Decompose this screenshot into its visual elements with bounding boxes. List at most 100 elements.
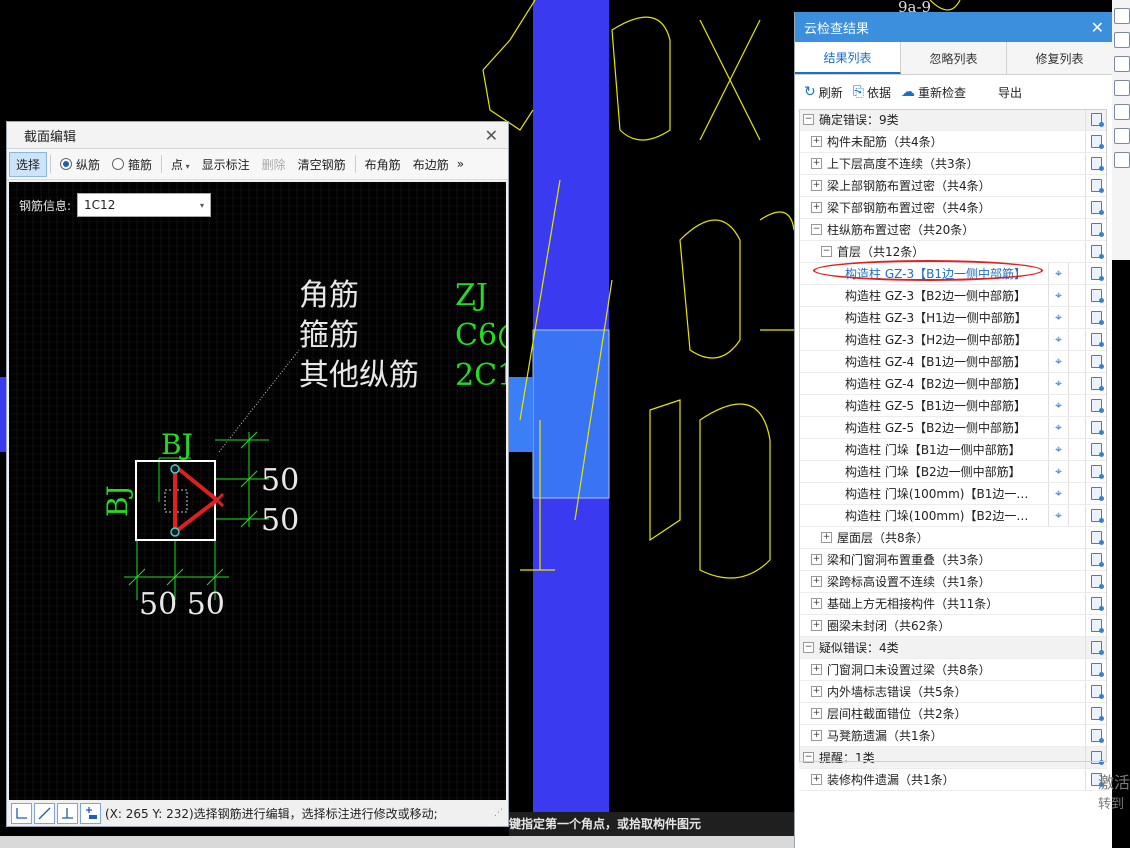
detail-doc-icon[interactable] <box>1085 329 1107 350</box>
3d-view-icon[interactable] <box>1114 32 1130 48</box>
result-group[interactable]: + 马凳筋遗漏（共1条） <box>799 725 1107 747</box>
result-item[interactable]: 构造柱 门垛(100mm)【B1边一侧... ⌖ <box>799 483 1107 505</box>
locate-icon[interactable]: ⌖ <box>1048 373 1069 394</box>
shield-icon[interactable] <box>1114 128 1130 144</box>
detail-doc-icon[interactable] <box>1085 153 1107 174</box>
result-group[interactable]: − 确定错误：9类 <box>799 109 1107 131</box>
result-group[interactable]: + 梁跨标高设置不连续（共1条） <box>799 571 1107 593</box>
diagonal-snap-icon[interactable] <box>34 802 55 824</box>
result-group[interactable]: + 层间柱截面错位（共2条） <box>799 703 1107 725</box>
expand-icon[interactable]: + <box>811 620 822 631</box>
rebar-info-select[interactable]: 1C12 ▾ <box>77 193 212 217</box>
perpendicular-snap-icon[interactable] <box>57 802 78 824</box>
detail-doc-icon[interactable] <box>1085 637 1107 658</box>
detail-doc-icon[interactable] <box>1085 527 1107 548</box>
collapse-icon[interactable]: − <box>803 642 814 653</box>
result-group[interactable]: + 屋面层（共8条） <box>799 527 1107 549</box>
tab-ignored[interactable]: 忽略列表 <box>901 42 1007 74</box>
expand-icon[interactable]: + <box>811 136 822 147</box>
detail-doc-icon[interactable] <box>1085 505 1107 526</box>
result-group[interactable]: + 装修构件遗漏（共1条） <box>799 769 1107 791</box>
detail-doc-icon[interactable] <box>1085 307 1107 328</box>
detail-doc-icon[interactable] <box>1085 175 1107 196</box>
toolbar-more-button[interactable]: » <box>455 154 466 174</box>
edge-rebar-button[interactable]: 布边筋 <box>407 153 455 176</box>
result-item[interactable]: 构造柱 GZ-3【B1边一侧中部筋】 ⌖ <box>799 260 1107 285</box>
result-item[interactable]: 构造柱 GZ-3【B2边一侧中部筋】 ⌖ <box>799 285 1107 307</box>
result-item[interactable]: 构造柱 GZ-4【B1边一侧中部筋】 ⌖ <box>799 351 1107 373</box>
refresh-button[interactable]: ↻ 刷新 <box>804 84 843 101</box>
result-group[interactable]: + 梁下部钢筋布置过密（共4条） <box>799 197 1107 219</box>
detail-doc-icon[interactable] <box>1085 351 1107 372</box>
detail-doc-icon[interactable] <box>1085 417 1107 438</box>
close-icon[interactable]: ✕ <box>1091 18 1104 37</box>
result-item[interactable]: 构造柱 GZ-4【B2边一侧中部筋】 ⌖ <box>799 373 1107 395</box>
close-icon[interactable]: ✕ <box>485 126 498 145</box>
select-button[interactable]: 选择 <box>9 151 48 177</box>
expand-icon[interactable]: + <box>811 202 822 213</box>
result-item[interactable]: 构造柱 GZ-3【H2边一侧中部筋】 ⌖ <box>799 329 1107 351</box>
print-icon[interactable] <box>1114 104 1130 120</box>
result-group[interactable]: + 梁和门窗洞布置重叠（共3条） <box>799 549 1107 571</box>
stirrup-radio[interactable]: 箍筋 <box>106 153 158 176</box>
locate-icon[interactable]: ⌖ <box>1048 307 1069 328</box>
tab-results[interactable]: 结果列表 <box>795 42 901 74</box>
detail-doc-icon[interactable] <box>1085 615 1107 636</box>
delete-button[interactable]: 删除 <box>256 153 292 176</box>
locate-icon[interactable]: ⌖ <box>1048 329 1069 350</box>
result-item[interactable]: 构造柱 门垛(100mm)【B2边一侧... ⌖ <box>799 505 1107 527</box>
cloud-check-panel[interactable]: 云检查结果 ✕ 结果列表 忽略列表 修复列表 ↻ 刷新 ⎘ 依据 ☁ 重新检查 导出 … <box>794 12 1112 848</box>
detail-doc-icon[interactable] <box>1085 219 1107 240</box>
expand-icon[interactable]: + <box>811 554 822 565</box>
detail-doc-icon[interactable] <box>1085 131 1107 152</box>
locate-icon[interactable]: ⌖ <box>1048 285 1069 306</box>
result-item[interactable]: 构造柱 GZ-5【B1边一侧中部筋】 ⌖ <box>799 395 1107 417</box>
section-editor-window[interactable]: 截面编辑 ✕ 选择 纵筋 箍筋 点 ▾ 显示标注 删除 清空钢筋 布角筋 布边筋… <box>6 121 509 827</box>
result-group[interactable]: − 提醒：1类 <box>799 747 1107 769</box>
show-dims-button[interactable]: 显示标注 <box>196 153 256 176</box>
locate-icon[interactable]: ⌖ <box>1048 417 1069 438</box>
result-group[interactable]: + 基础上方无相接构件（共11条） <box>799 593 1107 615</box>
locate-icon[interactable]: ⌖ <box>1048 263 1069 284</box>
result-group[interactable]: + 梁上部钢筋布置过密（共4条） <box>799 175 1107 197</box>
result-group[interactable]: − 柱纵筋布置过密（共20条） <box>799 219 1107 241</box>
expand-icon[interactable]: + <box>821 532 832 543</box>
expand-icon[interactable]: + <box>811 598 822 609</box>
resize-grip-icon[interactable]: ⋰ <box>494 808 503 818</box>
detail-doc-icon[interactable] <box>1085 681 1107 702</box>
result-item[interactable]: 构造柱 GZ-3【H1边一侧中部筋】 ⌖ <box>799 307 1107 329</box>
collapse-icon[interactable]: − <box>821 246 832 257</box>
locate-icon[interactable]: ⌖ <box>1048 395 1069 416</box>
detail-doc-icon[interactable] <box>1085 439 1107 460</box>
clear-rebar-button[interactable]: 清空钢筋 <box>292 153 352 176</box>
collapse-icon[interactable]: − <box>803 114 814 125</box>
detail-doc-icon[interactable] <box>1085 373 1107 394</box>
detail-doc-icon[interactable] <box>1085 483 1107 504</box>
grid-icon[interactable] <box>1114 152 1130 168</box>
locate-icon[interactable]: ⌖ <box>1048 439 1069 460</box>
basis-button[interactable]: ⎘ 依据 <box>853 84 891 101</box>
add-dimension-icon[interactable] <box>80 802 101 824</box>
result-group[interactable]: + 上下层高度不连续（共3条） <box>799 153 1107 175</box>
result-item[interactable]: 构造柱 门垛【B2边一侧中部筋】 ⌖ <box>799 461 1107 483</box>
detail-doc-icon[interactable] <box>1085 593 1107 614</box>
collapse-icon[interactable]: − <box>811 224 822 235</box>
detail-doc-icon[interactable] <box>1085 263 1107 284</box>
ortho-snap-icon[interactable] <box>11 802 32 824</box>
expand-icon[interactable]: + <box>811 576 822 587</box>
longitudinal-radio[interactable]: 纵筋 <box>54 153 106 176</box>
result-item[interactable]: 构造柱 GZ-5【B2边一侧中部筋】 ⌖ <box>799 417 1107 439</box>
result-group[interactable]: + 门窗洞口未设置过梁（共8条） <box>799 659 1107 681</box>
detail-doc-icon[interactable] <box>1085 461 1107 482</box>
tab-repaired[interactable]: 修复列表 <box>1007 42 1112 74</box>
section-drawing-canvas[interactable]: 角筋 箍筋 其他纵筋 ZJ C6@ 2C1 <box>9 182 506 800</box>
export-button[interactable]: 导出 <box>998 84 1022 101</box>
collapse-icon[interactable]: − <box>803 752 814 763</box>
result-group[interactable]: + 内外墙标志错误（共5条） <box>799 681 1107 703</box>
corner-rebar-button[interactable]: 布角筋 <box>359 153 407 176</box>
expand-icon[interactable]: + <box>811 158 822 169</box>
detail-doc-icon[interactable] <box>1085 197 1107 218</box>
view-icon[interactable] <box>1114 8 1130 24</box>
result-group[interactable]: − 首层（共12条） <box>799 241 1107 263</box>
detail-doc-icon[interactable] <box>1085 109 1107 130</box>
